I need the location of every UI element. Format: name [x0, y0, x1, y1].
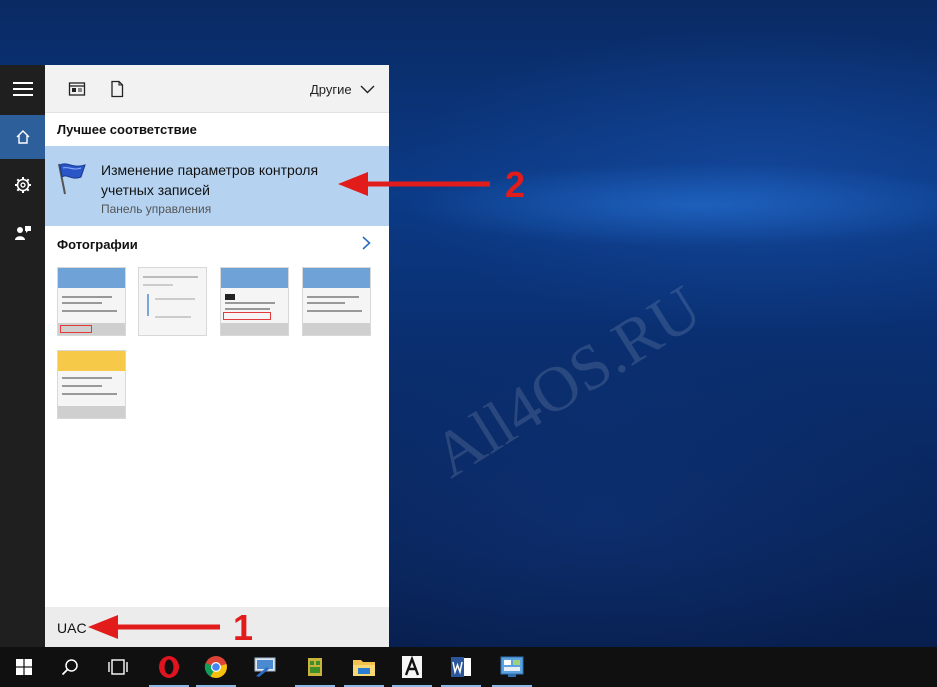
search-input[interactable]: UAC: [57, 620, 87, 636]
taskbar-app-opera[interactable]: [145, 647, 193, 687]
taskbar-app-control-panel[interactable]: [488, 647, 536, 687]
settings-button[interactable]: [0, 163, 45, 207]
annotation-number-1: 1: [233, 607, 254, 648]
search-panel: Другие Лучшее соответствие Изменение пар…: [45, 65, 389, 647]
task-view-icon: [108, 659, 128, 675]
remote-desktop-icon: [254, 657, 276, 677]
control-panel-icon: [500, 656, 524, 677]
feedback-button[interactable]: [0, 211, 45, 255]
font-viewer-icon: [402, 655, 422, 678]
start-button[interactable]: [0, 647, 48, 687]
apps-filter-button[interactable]: [68, 80, 86, 98]
photo-thumbnail[interactable]: [57, 350, 126, 419]
gear-icon: [14, 177, 31, 193]
home-button[interactable]: [0, 115, 45, 159]
start-icon: [16, 659, 32, 675]
feedback-icon: [14, 226, 31, 240]
search-icon: [61, 659, 78, 676]
photo-thumbnail[interactable]: [57, 267, 126, 336]
filter-toolbar: Другие: [45, 65, 389, 113]
best-match-subtitle: Панель управления: [101, 202, 212, 216]
best-match-title: Изменение параметров контроля учетных за…: [101, 162, 319, 198]
taskbar-app-android[interactable]: [291, 647, 339, 687]
document-icon: [111, 80, 124, 98]
android-icon: [308, 658, 322, 676]
best-match-heading: Лучшее соответствие: [57, 122, 197, 137]
word-icon: [451, 657, 471, 677]
annotation-number-2: 2: [505, 164, 526, 205]
taskbar-app-word[interactable]: [437, 647, 485, 687]
hamburger-menu-button[interactable]: [0, 67, 45, 111]
taskbar-app-font-viewer[interactable]: [388, 647, 436, 687]
more-filters-label[interactable]: Другие: [310, 82, 352, 97]
photo-thumbnail[interactable]: [138, 267, 207, 336]
apps-filter-icon: [68, 82, 86, 96]
search-button[interactable]: [46, 647, 94, 687]
task-view-button[interactable]: [94, 647, 142, 687]
photo-thumbnail[interactable]: [302, 267, 371, 336]
hamburger-icon: [12, 82, 33, 96]
chevron-right-icon[interactable]: [362, 236, 371, 250]
photos-heading[interactable]: Фотографии: [57, 237, 138, 252]
start-rail: [0, 65, 45, 647]
documents-filter-button[interactable]: [108, 80, 126, 98]
taskbar-app-chrome[interactable]: [192, 647, 240, 687]
photo-thumbnail[interactable]: [220, 267, 289, 336]
taskbar-app-remote-desktop[interactable]: [241, 647, 289, 687]
uac-flag-icon: [58, 163, 86, 195]
chevron-down-icon[interactable]: [360, 85, 375, 94]
home-icon: [16, 130, 29, 144]
taskbar: [0, 647, 937, 687]
chrome-icon: [204, 656, 227, 678]
taskbar-app-file-explorer[interactable]: [340, 647, 388, 687]
opera-icon: [159, 656, 179, 678]
watermark: All4OS.RU: [420, 271, 713, 492]
file-explorer-icon: [353, 660, 375, 676]
best-match-result[interactable]: Изменение параметров контроля учетных за…: [45, 146, 389, 226]
search-box[interactable]: UAC: [45, 607, 389, 647]
